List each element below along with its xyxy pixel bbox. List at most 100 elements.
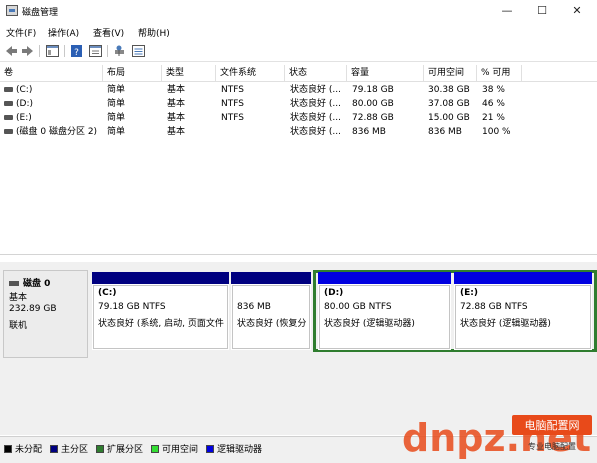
cell-free-space: 37.08 GB xyxy=(428,99,470,109)
cell-free-space: 836 MB xyxy=(428,127,462,137)
cell-type: 基本 xyxy=(167,85,186,95)
toolbar-separator xyxy=(107,45,108,57)
menu-file[interactable]: 文件(F) xyxy=(6,26,36,39)
minimize-button[interactable]: — xyxy=(490,0,524,22)
disk-name: 磁盘 0 xyxy=(9,276,50,289)
title-bar: 磁盘管理 — ☐ ✕ xyxy=(0,0,597,22)
column-header-capacity[interactable]: 容量 xyxy=(347,65,424,82)
cell-capacity: 836 MB xyxy=(352,127,386,137)
help-icon[interactable]: ? xyxy=(69,44,84,58)
partition-size: 72.88 GB NTFS xyxy=(460,302,528,312)
column-header-percent-free[interactable]: % 可用 xyxy=(477,65,522,82)
partition-recovery[interactable]: 836 MB 状态良好 (恢复分 xyxy=(231,272,311,350)
cell-type: 基本 xyxy=(167,113,186,123)
column-header-filesystem[interactable]: 文件系统 xyxy=(216,65,285,82)
cell-volume: (D:) xyxy=(4,97,103,111)
partition-size: 836 MB xyxy=(237,302,271,312)
partition-d[interactable]: (D:) 80.00 GB NTFS 状态良好 (逻辑驱动器) xyxy=(318,272,451,350)
cell-layout: 简单 xyxy=(107,127,126,137)
cell-capacity: 80.00 GB xyxy=(352,99,394,109)
partition-name: (D:) xyxy=(324,288,344,298)
cell-percent-free: 21 % xyxy=(482,113,505,123)
disk-type: 基本 xyxy=(9,293,28,303)
volume-icon xyxy=(4,114,13,120)
column-header-volume[interactable]: 卷 xyxy=(0,65,103,82)
partition-color-bar xyxy=(454,272,592,284)
cell-type: 基本 xyxy=(167,127,186,137)
volume-icon xyxy=(4,100,13,106)
back-arrow-icon[interactable] xyxy=(4,44,19,58)
toolbar: ? xyxy=(0,41,597,62)
partition-c[interactable]: (C:) 79.18 GB NTFS 状态良好 (系统, 启动, 页面文件 xyxy=(92,272,229,350)
cell-percent-free: 38 % xyxy=(482,85,505,95)
close-button[interactable]: ✕ xyxy=(560,0,594,22)
legend-item-logical-drive: 逻辑驱动器 xyxy=(206,442,262,455)
cell-volume: (磁盘 0 磁盘分区 2) xyxy=(4,125,107,139)
partition-color-bar xyxy=(231,272,311,284)
legend-swatch xyxy=(151,445,159,453)
table-header: 卷 布局 类型 文件系统 状态 容量 可用空间 % 可用 xyxy=(0,65,597,82)
cell-volume: (C:) xyxy=(4,83,103,97)
toolbar-separator xyxy=(39,45,40,57)
partition-status: 状态良好 (恢复分 xyxy=(237,319,307,329)
partition-name: (E:) xyxy=(460,288,478,298)
partition-size: 80.00 GB NTFS xyxy=(324,302,392,312)
volume-list: 卷 布局 类型 文件系统 状态 容量 可用空间 % 可用 (C:) 简单 基本 … xyxy=(0,65,597,255)
console-tree-icon[interactable] xyxy=(45,44,60,58)
menu-view[interactable]: 查看(V) xyxy=(93,26,124,39)
disk-status: 联机 xyxy=(9,321,28,331)
maximize-button[interactable]: ☐ xyxy=(525,0,559,22)
legend-item-primary: 主分区 xyxy=(50,442,88,455)
table-row[interactable]: (D:) 简单 基本 NTFS 状态良好 (... 80.00 GB 37.08… xyxy=(0,97,597,111)
legend-swatch xyxy=(206,445,214,453)
column-header-type[interactable]: 类型 xyxy=(162,65,216,82)
cell-capacity: 72.88 GB xyxy=(352,113,394,123)
toolbar-separator xyxy=(64,45,65,57)
watermark-badge-top: 电脑配置网 xyxy=(525,419,580,432)
cell-layout: 简单 xyxy=(107,85,126,95)
disk-icon xyxy=(9,281,19,286)
table-row[interactable]: (C:) 简单 基本 NTFS 状态良好 (... 79.18 GB 30.38… xyxy=(0,83,597,97)
cell-filesystem: NTFS xyxy=(221,99,244,109)
cell-status: 状态良好 (... xyxy=(290,99,341,109)
partition-status: 状态良好 (逻辑驱动器) xyxy=(324,319,415,329)
legend-item-free-space: 可用空间 xyxy=(151,442,198,455)
disk-0-info[interactable]: 磁盘 0 基本 232.89 GB 联机 xyxy=(3,270,88,358)
cell-volume: (E:) xyxy=(4,111,103,125)
volume-icon xyxy=(4,128,13,134)
cell-capacity: 79.18 GB xyxy=(352,85,394,95)
cell-filesystem: NTFS xyxy=(221,85,244,95)
forward-arrow-icon[interactable] xyxy=(20,44,35,58)
connect-disk-icon[interactable] xyxy=(112,44,127,58)
table-row[interactable]: (E:) 简单 基本 NTFS 状态良好 (... 72.88 GB 15.00… xyxy=(0,111,597,125)
partition-status: 状态良好 (逻辑驱动器) xyxy=(460,319,551,329)
menu-action[interactable]: 操作(A) xyxy=(48,26,79,39)
partition-e[interactable]: (E:) 72.88 GB NTFS 状态良好 (逻辑驱动器) xyxy=(454,272,592,350)
menu-bar: 文件(F) 操作(A) 查看(V) 帮助(H) xyxy=(0,24,597,40)
legend-swatch xyxy=(4,445,12,453)
cell-percent-free: 46 % xyxy=(482,99,505,109)
partition-color-bar xyxy=(92,272,229,284)
legend-swatch xyxy=(96,445,104,453)
partition-status: 状态良好 (系统, 启动, 页面文件 xyxy=(98,319,224,329)
window-title: 磁盘管理 xyxy=(22,8,59,18)
partition-color-bar xyxy=(318,272,451,284)
list-view-icon[interactable] xyxy=(131,44,146,58)
svg-text:?: ? xyxy=(74,48,79,58)
cell-type: 基本 xyxy=(167,99,186,109)
column-header-free-space[interactable]: 可用空间 xyxy=(424,65,477,82)
cell-free-space: 15.00 GB xyxy=(428,113,470,123)
cell-free-space: 30.38 GB xyxy=(428,85,470,95)
column-header-status[interactable]: 状态 xyxy=(285,65,347,82)
column-header-layout[interactable]: 布局 xyxy=(103,65,162,82)
menu-help[interactable]: 帮助(H) xyxy=(138,26,170,39)
cell-status: 状态良好 (... xyxy=(290,113,341,123)
disk-size: 232.89 GB xyxy=(9,304,57,314)
legend-swatch xyxy=(50,445,58,453)
properties-icon[interactable] xyxy=(88,44,103,58)
watermark-badge-bottom: 专业电脑配置 xyxy=(528,441,576,451)
table-row[interactable]: (磁盘 0 磁盘分区 2) 简单 基本 状态良好 (... 836 MB 836… xyxy=(0,125,597,139)
legend-item-extended: 扩展分区 xyxy=(96,442,143,455)
partition-name: (C:) xyxy=(98,288,117,298)
cell-layout: 简单 xyxy=(107,99,126,109)
